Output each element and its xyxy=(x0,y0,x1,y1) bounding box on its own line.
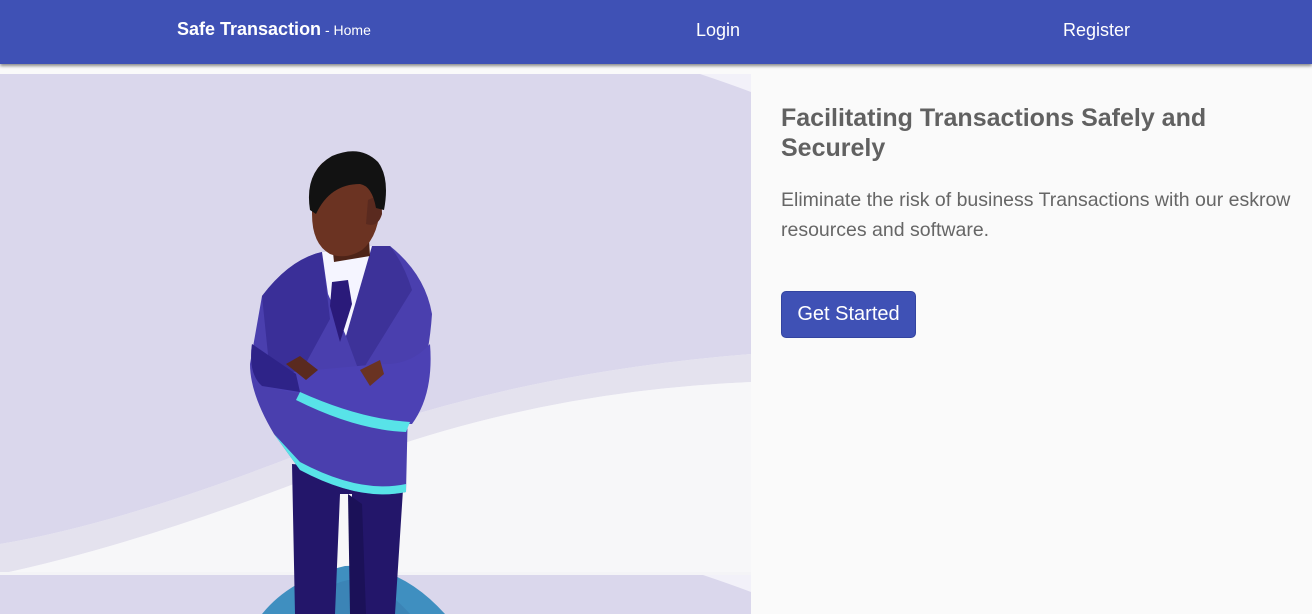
brand-page-label: - Home xyxy=(321,22,371,38)
brand-name[interactable]: Safe Transaction xyxy=(177,19,321,39)
login-link[interactable]: Login xyxy=(696,20,740,41)
register-link[interactable]: Register xyxy=(1063,20,1130,41)
hero-description: Eliminate the risk of business Transacti… xyxy=(781,189,1291,241)
top-navbar: Safe Transaction - Home Login Register xyxy=(0,0,1312,64)
get-started-button[interactable]: Get Started xyxy=(781,291,916,338)
hero-illustration xyxy=(0,74,751,614)
hero-title: Facilitating Transactions Safely and Sec… xyxy=(781,104,1207,162)
brand[interactable]: Safe Transaction - Home xyxy=(177,19,371,40)
hero-content: Facilitating Transactions Safely and Sec… xyxy=(781,103,1311,245)
businessman-illustration xyxy=(0,74,751,614)
